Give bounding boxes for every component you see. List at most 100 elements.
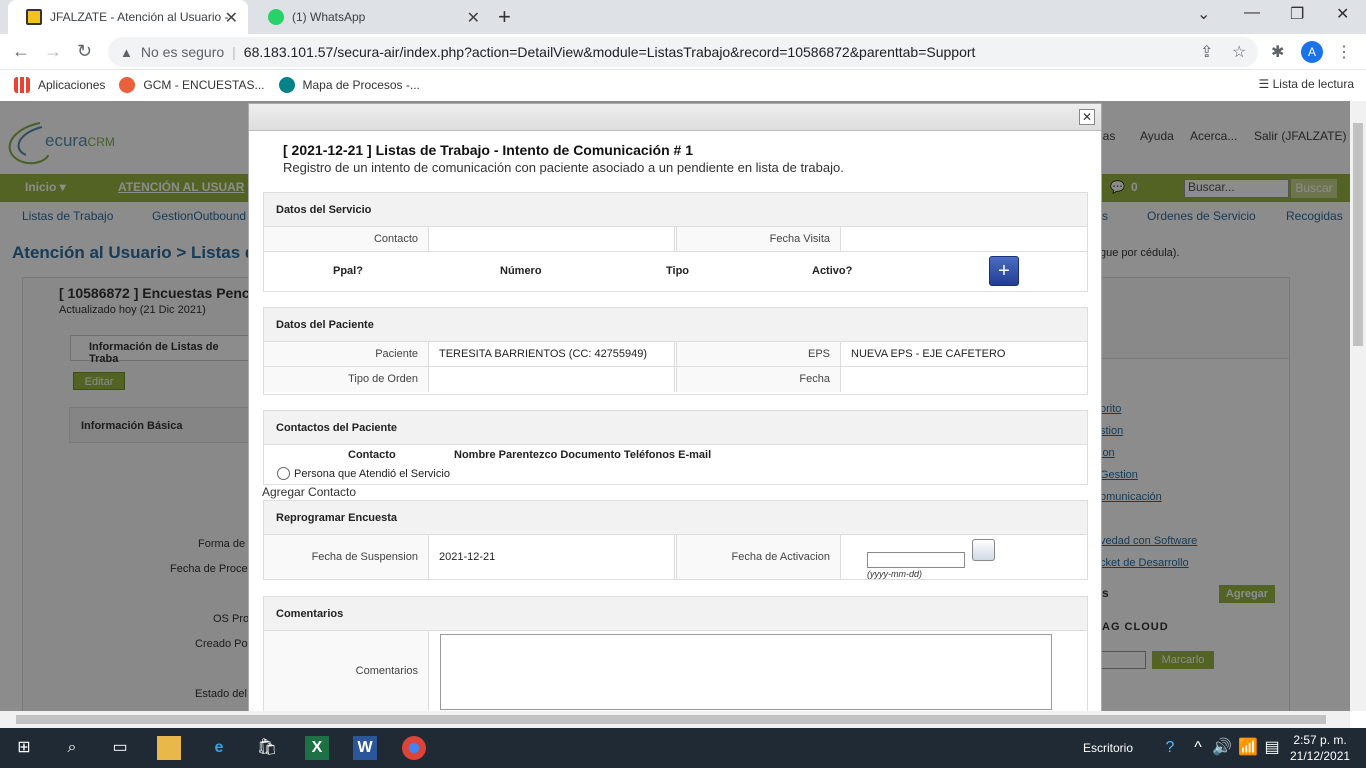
help-icon[interactable]: ? (1158, 736, 1182, 760)
windows-start-icon[interactable]: ⊞ (12, 736, 36, 760)
section-servicio: Datos del Servicio Contacto Fecha Visita… (263, 192, 1088, 292)
reading-list[interactable]: ☰ Lista de lectura (1259, 77, 1354, 91)
orden-row: Tipo de Orden Fecha (264, 367, 1087, 392)
activacion-input[interactable] (867, 552, 965, 568)
persona-atendio-radio[interactable] (277, 467, 290, 480)
contacto-label: Contacto (264, 227, 429, 251)
task-view-icon[interactable]: ▭ (108, 736, 132, 760)
activacion-label: Fecha de Activacion (676, 535, 841, 579)
horizontal-scrollbar[interactable] (0, 711, 1350, 728)
bookmark-star-icon[interactable]: ☆ (1232, 42, 1246, 62)
section-header: Comentarios (264, 597, 1087, 631)
url-text: 68.183.101.57/secura-air/index.php?actio… (243, 44, 976, 60)
reload-icon[interactable]: ↻ (77, 41, 92, 62)
store-icon[interactable]: 🛍 (255, 736, 279, 760)
section-header: Datos del Servicio (264, 193, 1087, 227)
section-contactos: Contactos del Paciente Contacto Nombre P… (263, 410, 1088, 485)
date-format-hint: (yyyy-mm-dd) (867, 569, 922, 579)
agregar-contacto-link[interactable]: Agregar Contacto (262, 485, 356, 499)
bookmark-label: Mapa de Procesos -... (302, 78, 420, 92)
eps-value: NUEVA EPS - EJE CAFETERO (851, 348, 1006, 360)
warning-icon: ▲ (120, 44, 133, 60)
close-window-icon[interactable]: ✕ (1336, 4, 1349, 24)
reading-list-icon: ☰ (1258, 77, 1273, 91)
tipo-orden-label: Tipo de Orden (264, 367, 429, 392)
bookmarks-bar: Aplicaciones GCM - ENCUESTAS... Mapa de … (0, 70, 1366, 100)
notification-icon[interactable]: ▤ (1260, 736, 1284, 760)
tab-whatsapp[interactable]: (1) WhatsApp ✕ (250, 0, 490, 34)
clock-time: 2:57 p. m. (1293, 733, 1347, 747)
col-tipo: Tipo (666, 265, 690, 277)
col-contacto: Contacto (348, 449, 396, 461)
divider: | (232, 44, 236, 60)
address-bar[interactable]: ▲ No es seguro | 68.183.101.57/secura-ai… (108, 37, 1258, 67)
back-icon[interactable]: ← (12, 41, 30, 62)
chrome-icon[interactable] (402, 736, 426, 760)
close-modal-icon[interactable]: ✕ (1079, 109, 1095, 125)
forward-icon[interactable]: → (44, 41, 62, 62)
tipo-orden-value (429, 367, 675, 392)
tab-title: (1) WhatsApp (292, 10, 366, 24)
add-telefono-button[interactable]: + (989, 256, 1019, 286)
sharepoint-icon (278, 77, 295, 93)
fecha-value (841, 367, 1087, 392)
edge-icon[interactable]: e (207, 736, 231, 760)
bookmark-apps[interactable]: Aplicaciones (14, 77, 105, 93)
section-header: Datos del Paciente (264, 308, 1087, 342)
contacto-value (429, 227, 675, 251)
browser-toolbar: ← → ↻ ▲ No es seguro | 68.183.101.57/sec… (0, 34, 1366, 70)
minimize-icon[interactable]: — (1244, 4, 1260, 22)
vertical-scrollbar[interactable] (1350, 101, 1366, 711)
bookmark-label: GCM - ENCUESTAS... (143, 78, 265, 92)
page-content: ecuraCRM ias Ayuda Acerca... Salir (JFAL… (0, 101, 1350, 711)
volume-icon[interactable]: 🔊 (1210, 736, 1234, 760)
windows-taskbar: ⊞ ⌕ ▭ e 🛍 X W Escritorio ? ^ 🔊 📶 ▤ 2:57 … (0, 728, 1366, 768)
suspension-value: 2021-12-21 (429, 535, 675, 579)
securacrm-favicon-icon (26, 9, 42, 25)
desktop-toolbar-label[interactable]: Escritorio (1083, 741, 1133, 755)
scroll-thumb[interactable] (1353, 123, 1363, 346)
extensions-icon[interactable]: ✱ (1271, 42, 1284, 62)
section-header: Reprogramar Encuesta (264, 501, 1087, 535)
new-tab-icon[interactable]: + (498, 4, 511, 30)
profile-avatar[interactable]: A (1301, 41, 1323, 63)
tab-title: JFALZATE - Atención al Usuario - (50, 10, 229, 24)
comentarios-label: Comentarios (264, 631, 429, 711)
col-numero: Número (500, 265, 542, 277)
reprogramar-row: Fecha de Suspension 2021-12-21 Fecha de … (264, 535, 1087, 579)
intento-comunicacion-modal: ✕ [ 2021-12-21 ] Listas de Trabajo - Int… (248, 103, 1102, 711)
close-tab-icon[interactable]: ✕ (467, 8, 480, 28)
gcm-icon (119, 77, 136, 93)
close-tab-icon[interactable]: ✕ (225, 8, 238, 28)
clock-date: 21/12/2021 (1290, 749, 1351, 763)
bookmark-gcm[interactable]: GCM - ENCUESTAS... (119, 77, 265, 93)
tab-search-icon[interactable]: ⌄ (1197, 4, 1210, 24)
scroll-thumb[interactable] (16, 715, 1326, 724)
tab-jfalzate[interactable]: JFALZATE - Atención al Usuario - ✕ (8, 0, 248, 34)
telefonos-header-row: Ppal? Número Tipo Activo? + (264, 252, 1087, 290)
whatsapp-icon (268, 9, 284, 25)
restore-icon[interactable]: ❐ (1290, 4, 1304, 24)
word-icon[interactable]: W (353, 736, 377, 760)
bookmark-mapa[interactable]: Mapa de Procesos -... (278, 77, 420, 93)
section-reprogramar: Reprogramar Encuesta Fecha de Suspension… (263, 500, 1088, 580)
excel-icon[interactable]: X (305, 736, 329, 760)
menu-dots-icon[interactable]: ⋮ (1336, 42, 1352, 62)
comentarios-textarea[interactable] (440, 634, 1052, 710)
tray-chevron-icon[interactable]: ^ (1186, 736, 1210, 760)
browser-window: JFALZATE - Atención al Usuario - ✕ (1) W… (0, 0, 1366, 768)
share-icon[interactable]: ⇪ (1200, 42, 1213, 62)
servicio-row: Contacto Fecha Visita (264, 227, 1087, 252)
taskbar-clock[interactable]: 2:57 p. m. 21/12/2021 (1290, 732, 1350, 764)
file-explorer-icon[interactable] (157, 736, 181, 760)
network-icon[interactable]: 📶 (1236, 736, 1260, 760)
not-secure-label: No es seguro (140, 44, 225, 60)
modal-header: ✕ (249, 104, 1101, 131)
fecha-visita-label: Fecha Visita (676, 227, 841, 251)
fecha-label: Fecha (676, 367, 841, 392)
paciente-value: TERESITA BARRIENTOS (CC: 42755949) (429, 342, 675, 366)
modal-subtitle: Registro de un intento de comunicación c… (283, 160, 844, 175)
fecha-visita-value (841, 227, 1087, 251)
calendar-icon[interactable] (972, 539, 995, 561)
search-icon[interactable]: ⌕ (60, 736, 84, 760)
